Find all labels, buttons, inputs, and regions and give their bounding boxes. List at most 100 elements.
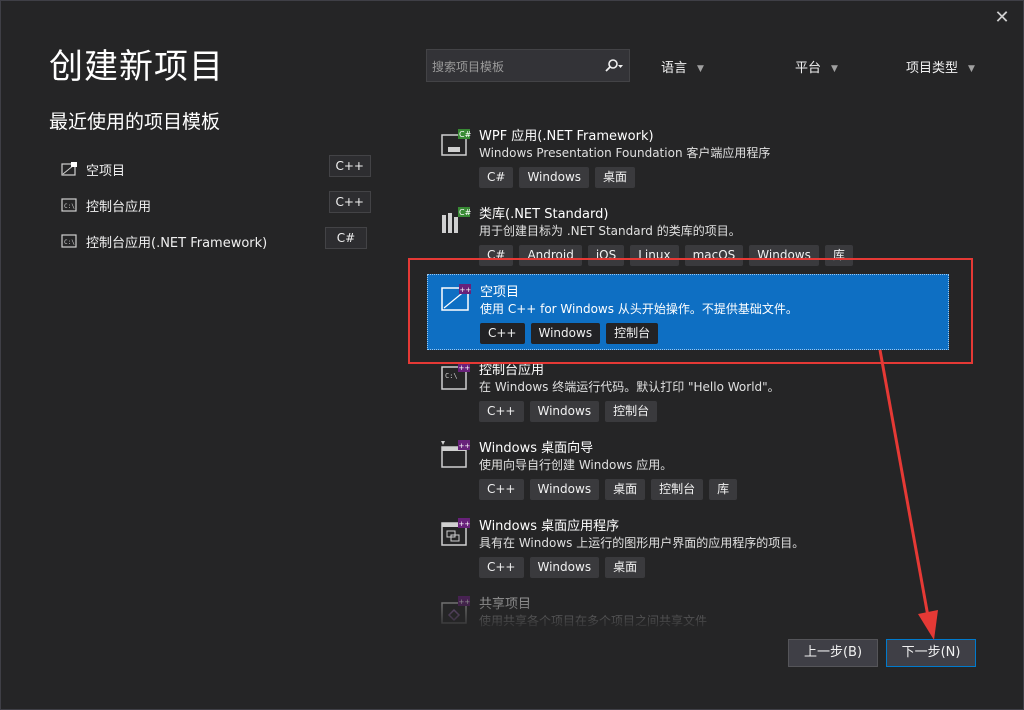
console-app-icon: C:\++ — [441, 362, 471, 390]
template-tags: C++ Windows 控制台 — [479, 401, 658, 422]
svg-text:C:\: C:\ — [445, 372, 458, 380]
empty-project-icon: ++ — [441, 284, 472, 311]
search-icon — [605, 58, 623, 72]
project-type-filter[interactable]: 项目类型 ▼ — [906, 57, 975, 76]
tag: C++ — [479, 479, 524, 500]
chevron-down-icon: ▼ — [697, 63, 704, 74]
template-item-desktop-app[interactable]: ++ Windows 桌面应用程序 具有在 Windows 上运行的图形用户界面… — [427, 509, 947, 585]
chevron-down-icon: ▼ — [968, 63, 975, 74]
svg-text:++: ++ — [459, 442, 471, 450]
template-description: 具有在 Windows 上运行的图形用户界面的应用程序的项目。 — [479, 536, 805, 550]
language-filter[interactable]: 语言 ▼ — [661, 57, 704, 76]
template-item-desktop-wizard[interactable]: ++ Windows 桌面向导 使用向导自行创建 Windows 应用。 C++… — [427, 431, 947, 507]
back-button[interactable]: 上一步(B) — [788, 639, 878, 667]
template-description: 在 Windows 终端运行代码。默认打印 "Hello World"。 — [479, 380, 780, 394]
tag: C++ — [479, 401, 524, 422]
template-tags: C++ Windows 桌面 — [479, 557, 646, 578]
search-input[interactable] — [427, 50, 604, 83]
filter-label: 项目类型 — [906, 61, 959, 76]
tag: Windows — [749, 245, 819, 266]
template-description: 使用向导自行创建 Windows 应用。 — [479, 458, 673, 472]
search-button[interactable] — [599, 50, 629, 81]
desktop-app-icon: ++ — [441, 518, 471, 546]
language-tag: C++ — [328, 191, 371, 213]
tag: 桌面 — [605, 557, 646, 578]
template-description: 使用共享各个项目在多个项目之间共享文件 — [479, 614, 708, 628]
filter-label: 语言 — [661, 61, 688, 76]
template-name: 共享项目 — [479, 597, 532, 612]
template-item-wpf[interactable]: C# WPF 应用(.NET Framework) Windows Presen… — [427, 119, 947, 195]
template-item-class-library[interactable]: C# 类库(.NET Standard) 用于创建目标为 .NET Standa… — [427, 197, 947, 273]
shared-project-icon: ++ — [441, 596, 471, 624]
tag: iOS — [587, 245, 625, 266]
template-name: Windows 桌面应用程序 — [479, 519, 620, 534]
template-item-console-app[interactable]: C:\ ++ 控制台应用 在 Windows 终端运行代码。默认打印 "Hello… — [427, 353, 947, 429]
tag: Windows — [530, 323, 601, 344]
template-tags: C++ Windows 控制台 — [480, 323, 659, 344]
close-icon[interactable]: ✕ — [991, 7, 1013, 29]
page-title: 创建新项目 — [49, 47, 224, 87]
template-name: 空项目 — [480, 285, 520, 300]
wpf-app-icon: C# — [441, 129, 471, 156]
svg-text:C:\: C:\ — [64, 239, 75, 246]
svg-text:++: ++ — [459, 364, 471, 372]
desktop-wizard-icon: ++ — [441, 440, 471, 468]
chevron-down-icon: ▼ — [831, 63, 838, 74]
tag: 库 — [709, 479, 738, 500]
template-tags: C# Windows 桌面 — [479, 167, 636, 188]
tag: 控制台 — [651, 479, 704, 500]
template-description: 使用 C++ for Windows 从头开始操作。不提供基础文件。 — [480, 302, 798, 316]
template-description: 用于创建目标为 .NET Standard 的类库的项目。 — [479, 224, 741, 238]
tag: Windows — [529, 401, 600, 422]
tag: Windows — [519, 167, 590, 188]
tag: C++ — [479, 557, 524, 578]
template-item-shared-project[interactable]: ++ 共享项目 使用共享各个项目在多个项目之间共享文件 — [427, 587, 947, 629]
tag: Windows — [529, 479, 600, 500]
svg-text:C:\: C:\ — [64, 203, 75, 210]
tag: 控制台 — [605, 401, 658, 422]
tag: C# — [479, 245, 514, 266]
template-item-empty-project[interactable]: ++ 空项目 使用 C++ for Windows 从头开始操作。不提供基础文件… — [427, 274, 949, 350]
class-library-icon: C# — [442, 207, 471, 233]
language-tag: C# — [325, 227, 367, 249]
template-name: 控制台应用 — [479, 363, 545, 378]
filter-label: 平台 — [795, 61, 822, 76]
template-name: WPF 应用(.NET Framework) — [479, 129, 654, 144]
recent-item-label: 控制台应用 — [86, 199, 152, 215]
recent-templates-title: 最近使用的项目模板 — [49, 111, 221, 133]
recent-item-label: 控制台应用(.NET Framework) — [86, 235, 268, 251]
svg-text:C#: C# — [459, 130, 471, 139]
svg-text:++: ++ — [459, 520, 471, 528]
tag: 桌面 — [595, 167, 636, 188]
template-tags: C++ Windows 桌面 控制台 库 — [479, 479, 738, 500]
template-list: C# WPF 应用(.NET Framework) Windows Presen… — [427, 119, 949, 629]
tag: 控制台 — [606, 323, 659, 344]
empty-project-icon — [61, 162, 77, 176]
template-name: Windows 桌面向导 — [479, 441, 594, 456]
create-project-dialog: ✕ 创建新项目 最近使用的项目模板 空项目 C++ C:\ 控制台应用 C++ … — [0, 0, 1024, 710]
tag: 桌面 — [605, 479, 646, 500]
svg-text:++: ++ — [460, 286, 472, 294]
tag: macOS — [684, 245, 744, 266]
tag: Linux — [630, 245, 679, 266]
next-button[interactable]: 下一步(N) — [886, 639, 976, 667]
recent-item-empty-project[interactable]: 空项目 C++ — [61, 151, 371, 187]
template-search — [426, 49, 630, 83]
recent-templates-list: 空项目 C++ C:\ 控制台应用 C++ C:\ 控制台应用(.NET Fra… — [61, 151, 371, 259]
recent-item-label: 空项目 — [86, 163, 126, 179]
tag: Windows — [529, 557, 600, 578]
template-tags: C# Android iOS Linux macOS Windows 库 — [479, 245, 853, 266]
tag: C++ — [480, 323, 525, 344]
language-tag: C++ — [328, 155, 371, 177]
tag: C# — [479, 167, 514, 188]
template-description: Windows Presentation Foundation 客户端应用程序 — [479, 146, 771, 160]
console-app-icon: C:\ — [61, 198, 77, 212]
recent-item-console-app[interactable]: C:\ 控制台应用 C++ — [61, 187, 371, 223]
console-app-icon: C:\ — [61, 234, 77, 248]
svg-text:C#: C# — [459, 208, 471, 217]
recent-item-console-app-netfx[interactable]: C:\ 控制台应用(.NET Framework) C# — [61, 223, 371, 259]
tag: 库 — [824, 245, 853, 266]
platform-filter[interactable]: 平台 ▼ — [795, 57, 838, 76]
svg-text:++: ++ — [459, 598, 471, 606]
tag: Android — [519, 245, 582, 266]
